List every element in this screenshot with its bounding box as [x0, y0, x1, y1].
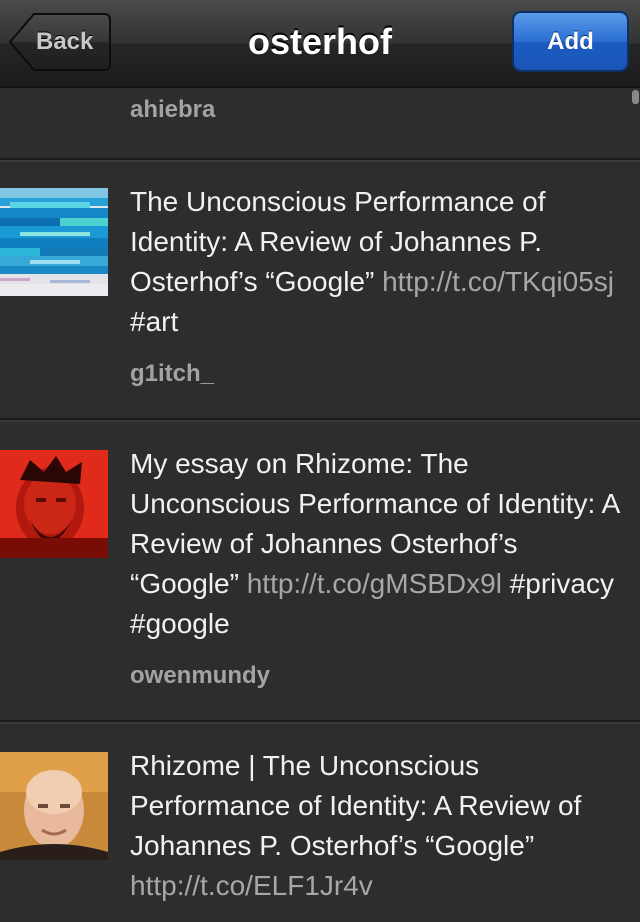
tweet-list: ahiebra The Unconscious Performance of I…: [0, 90, 640, 922]
back-button-label: Back: [36, 28, 94, 55]
tweet-text[interactable]: The Unconscious Performance of Identity:…: [130, 182, 620, 342]
tweet-username[interactable]: owenmundy: [130, 662, 270, 690]
back-button[interactable]: Back: [8, 12, 112, 72]
tweet-hashtag[interactable]: #art: [130, 306, 178, 337]
tweet-row[interactable]: My essay on Rhizome: The Unconscious Per…: [0, 420, 640, 722]
glitch-avatar[interactable]: [0, 188, 108, 296]
tweet-link[interactable]: http://t.co/ELF1Jr4v: [130, 870, 373, 901]
bald-man-avatar[interactable]: [0, 752, 108, 860]
tweet-username[interactable]: g1itch_: [130, 360, 214, 388]
red-portrait-avatar[interactable]: [0, 450, 108, 558]
tweet-row[interactable]: ahiebra: [0, 90, 640, 160]
tweet-link[interactable]: http://t.co/TKqi05sj: [382, 266, 614, 297]
tweet-text[interactable]: Rhizome | The Unconscious Performance of…: [130, 746, 620, 906]
tweet-link[interactable]: http://t.co/gMSBDx9l: [247, 568, 502, 599]
page-title: osterhof: [248, 21, 392, 62]
navigation-bar: Back osterhof Add: [0, 0, 640, 88]
tweet-text-segment: Rhizome | The Unconscious Performance of…: [130, 750, 582, 861]
tweet-row[interactable]: The Unconscious Performance of Identity:…: [0, 160, 640, 420]
tweet-row[interactable]: Rhizome | The Unconscious Performance of…: [0, 722, 640, 922]
tweet-username[interactable]: ahiebra: [130, 96, 215, 124]
add-button[interactable]: Add: [512, 11, 629, 72]
tweet-text[interactable]: My essay on Rhizome: The Unconscious Per…: [130, 444, 620, 644]
